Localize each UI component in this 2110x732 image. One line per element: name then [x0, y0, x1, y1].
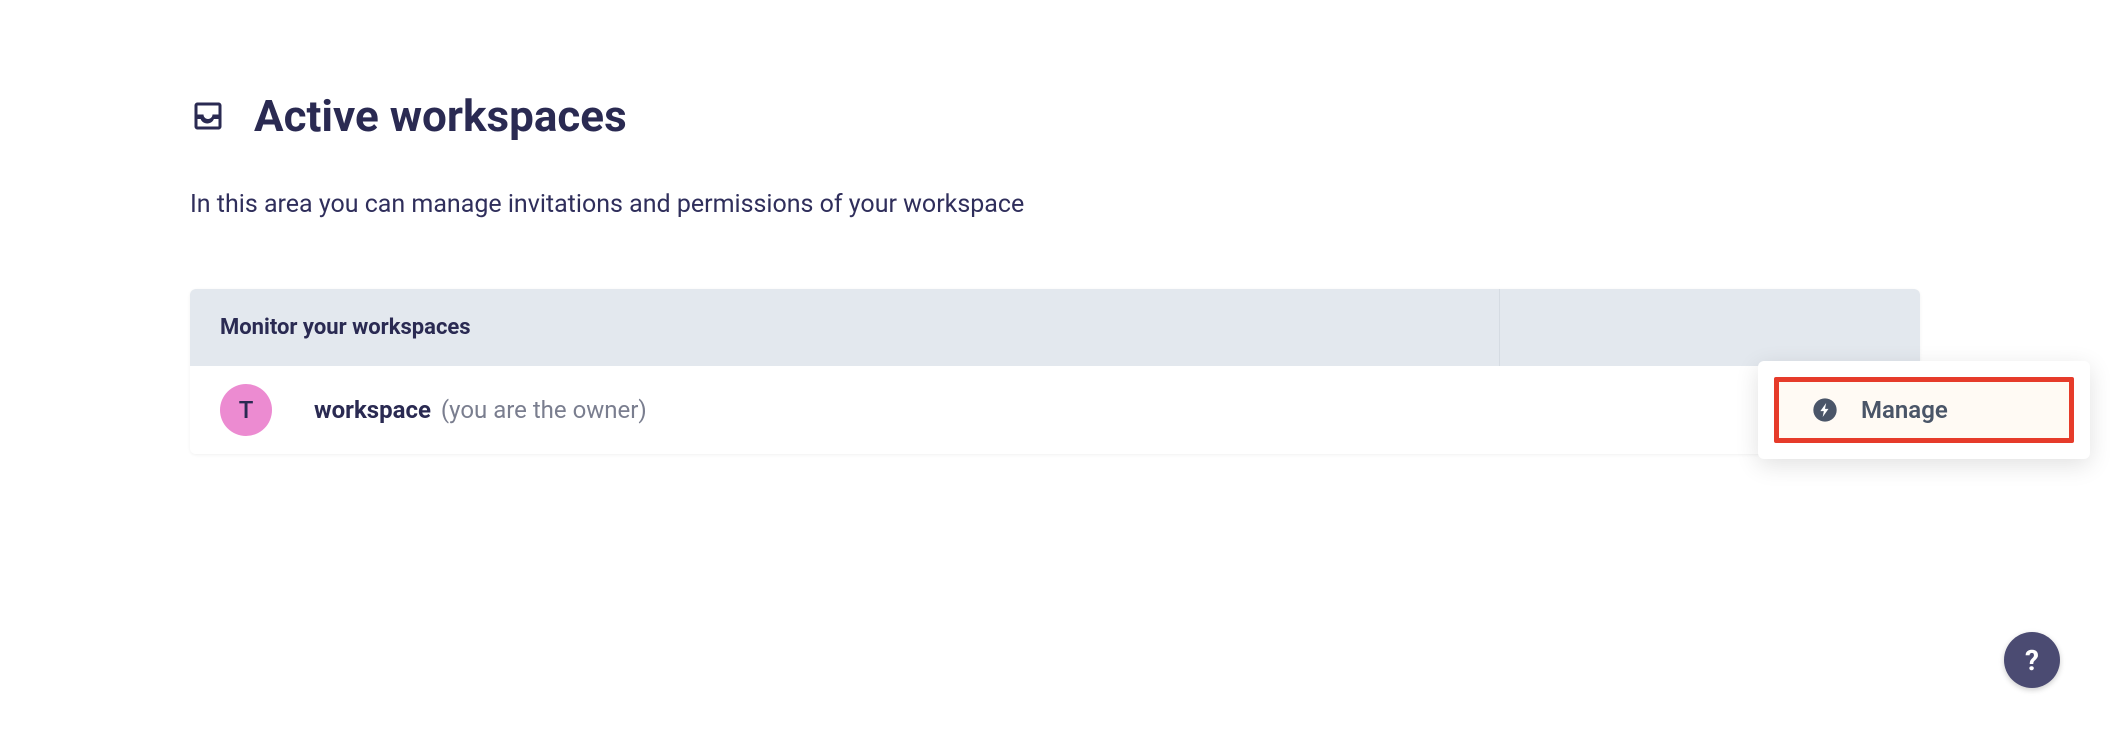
page-title: Active workspaces: [254, 90, 627, 142]
workspace-role: (you are the owner): [441, 396, 647, 424]
table-header-right: [1500, 289, 1920, 366]
table-header-left: Monitor your workspaces: [190, 289, 1500, 366]
row-content: T workspace (you are the owner): [220, 384, 1890, 436]
page-subtitle: In this area you can manage invitations …: [190, 190, 1920, 219]
page-header: Active workspaces: [190, 90, 1920, 142]
table-row: T workspace (you are the owner) Manage: [190, 366, 1920, 454]
inbox-icon: [190, 98, 226, 134]
help-button[interactable]: ?: [2004, 632, 2060, 688]
table-header: Monitor your workspaces: [190, 289, 1920, 366]
workspace-name: workspace: [314, 396, 431, 424]
workspace-name-group: workspace (you are the owner): [314, 396, 647, 424]
avatar: T: [220, 384, 272, 436]
manage-popover: Manage: [1758, 361, 2090, 459]
manage-button[interactable]: Manage: [1774, 377, 2074, 443]
bolt-icon: [1811, 396, 1839, 424]
workspaces-table: Monitor your workspaces T workspace (you…: [190, 289, 1920, 454]
help-icon: ?: [2025, 644, 2039, 677]
manage-label: Manage: [1861, 396, 1948, 424]
